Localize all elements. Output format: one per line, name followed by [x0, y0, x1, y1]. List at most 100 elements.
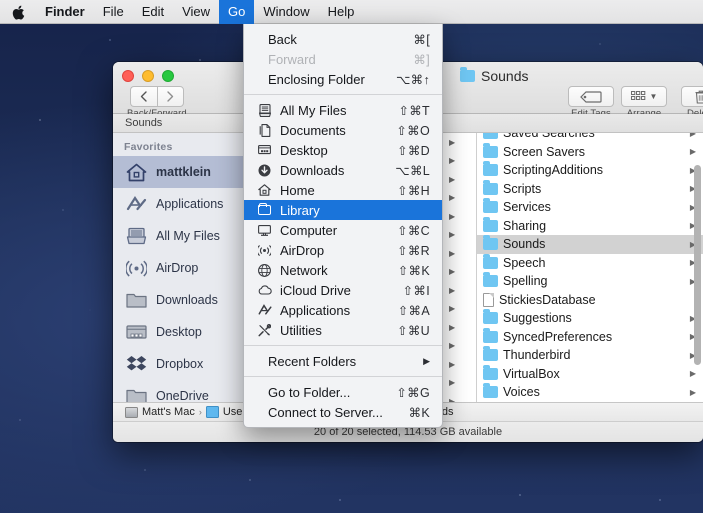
- go-menu-item-go-to-folder[interactable]: Go to Folder... ⇧⌘G: [244, 382, 442, 402]
- disclosure-arrow-icon[interactable]: ▶: [449, 286, 455, 295]
- go-menu-item-utilities[interactable]: Utilities ⇧⌘U: [244, 320, 442, 340]
- list-item[interactable]: SyncedPreferences ▶: [477, 327, 703, 347]
- sidebar-item-onedrive[interactable]: OneDrive: [113, 380, 248, 402]
- list-item[interactable]: Sounds ▶: [477, 235, 703, 254]
- disclosure-arrow-icon[interactable]: ▶: [449, 138, 455, 147]
- window-controls: [122, 70, 174, 82]
- menu-item-shortcut: ⇧⌘C: [397, 223, 430, 238]
- disclosure-arrow-icon[interactable]: ▶: [690, 133, 696, 138]
- disclosure-arrow-icon[interactable]: ▶: [690, 388, 696, 397]
- list-item[interactable]: Suggestions ▶: [477, 309, 703, 328]
- home-icon: [256, 184, 273, 196]
- list-item[interactable]: Services ▶: [477, 198, 703, 217]
- breadcrumb-item-matts-mac[interactable]: Matt's Mac: [125, 406, 195, 418]
- dropbox-icon: [124, 353, 148, 375]
- list-item[interactable]: Thunderbird ▶: [477, 346, 703, 365]
- chevron-down-icon: ▼: [649, 92, 658, 101]
- list-item[interactable]: ScriptingAdditions ▶: [477, 161, 703, 180]
- back-button[interactable]: [129, 86, 157, 107]
- list-item[interactable]: Sharing ▶: [477, 216, 703, 236]
- list-item-label: Suggestions: [503, 311, 572, 326]
- edit-tags-button[interactable]: [568, 86, 614, 107]
- menu-view[interactable]: View: [173, 0, 219, 24]
- go-menu-item-home[interactable]: Home ⇧⌘H: [244, 180, 442, 200]
- list-item[interactable]: Voices ▶: [477, 383, 703, 402]
- list-item-label: Sharing: [503, 218, 547, 233]
- go-menu-item-computer[interactable]: Computer ⇧⌘C: [244, 220, 442, 240]
- menu-go[interactable]: Go: [219, 0, 255, 24]
- list-item[interactable]: Speech ▶: [477, 253, 703, 273]
- disclosure-arrow-icon[interactable]: ▶: [449, 341, 455, 350]
- folder-icon: [483, 216, 498, 232]
- delete-button[interactable]: [681, 86, 703, 107]
- column-pane-library[interactable]: Saved Searches ▶ Screen Savers ▶ ScriptingAd…: [477, 133, 703, 402]
- desktop-icon: [256, 144, 273, 156]
- menu-item-shortcut: ⇧⌘O: [396, 123, 430, 138]
- sidebar-item-mattklein[interactable]: mattklein: [113, 156, 248, 188]
- disclosure-arrow-icon[interactable]: ▶: [449, 212, 455, 221]
- go-menu-item-enclosing-folder[interactable]: Enclosing Folder ⌥⌘↑: [244, 69, 442, 89]
- list-item[interactable]: Scripts ▶: [477, 179, 703, 199]
- sidebar-item-downloads[interactable]: Downloads: [113, 284, 248, 316]
- folder-icon: [483, 133, 498, 140]
- zoom-button[interactable]: [162, 70, 174, 82]
- disclosure-arrow-icon[interactable]: ▶: [449, 230, 455, 239]
- menu-item-label: Go to Folder...: [268, 384, 351, 400]
- go-menu-item-connect-to-server[interactable]: Connect to Server... ⌘K: [244, 402, 442, 422]
- disclosure-arrow-icon[interactable]: ▶: [449, 304, 455, 313]
- minimize-button[interactable]: [142, 70, 154, 82]
- menu-separator: [244, 376, 442, 377]
- list-item[interactable]: Saved Searches ▶: [477, 133, 703, 143]
- window-title: Sounds: [481, 68, 529, 84]
- disclosure-arrow-icon[interactable]: ▶: [690, 147, 696, 156]
- menu-help[interactable]: Help: [319, 0, 364, 24]
- forward-button[interactable]: [156, 86, 184, 107]
- disclosure-arrow-icon[interactable]: ▶: [449, 175, 455, 184]
- disclosure-arrow-icon[interactable]: ▶: [449, 360, 455, 369]
- go-menu-item-recent-folders[interactable]: Recent Folders ▶: [244, 351, 442, 371]
- go-menu-item-library[interactable]: Library: [244, 200, 442, 220]
- menu-edit[interactable]: Edit: [133, 0, 173, 24]
- disclosure-arrow-icon[interactable]: ▶: [449, 267, 455, 276]
- sidebar-item-label: Applications: [156, 197, 224, 211]
- sidebar-item-applications[interactable]: Applications: [113, 188, 248, 220]
- list-item[interactable]: VirtualBox ▶: [477, 364, 703, 384]
- close-button[interactable]: [122, 70, 134, 82]
- all-my-files-icon: [124, 225, 148, 247]
- sidebar-item-label: mattklein: [156, 165, 211, 179]
- go-menu-item-desktop[interactable]: Desktop ⇧⌘D: [244, 140, 442, 160]
- menu-file[interactable]: File: [94, 0, 133, 24]
- disclosure-arrow-icon[interactable]: ▶: [449, 156, 455, 165]
- disclosure-arrow-icon[interactable]: ▶: [449, 323, 455, 332]
- disclosure-arrow-icon[interactable]: ▶: [449, 249, 455, 258]
- go-menu-item-network[interactable]: Network ⇧⌘K: [244, 260, 442, 280]
- list-item[interactable]: Spelling ▶: [477, 272, 703, 291]
- sidebar-item-airdrop[interactable]: AirDrop: [113, 252, 248, 284]
- go-menu-item-documents[interactable]: Documents ⇧⌘O: [244, 120, 442, 140]
- go-menu-item-all-my-files[interactable]: All My Files ⇧⌘T: [244, 100, 442, 120]
- airdrop-icon: [124, 257, 148, 279]
- document-icon: [483, 292, 494, 307]
- list-item[interactable]: StickiesDatabase: [477, 291, 703, 310]
- disclosure-arrow-icon[interactable]: ▶: [690, 369, 696, 378]
- sidebar-item-all-my-files[interactable]: All My Files: [113, 220, 248, 252]
- folder-icon: [483, 364, 498, 380]
- folder-icon: [258, 202, 271, 215]
- airdrop-icon: [256, 244, 273, 257]
- disclosure-arrow-icon[interactable]: ▶: [449, 378, 455, 387]
- go-menu-item-icloud-drive[interactable]: iCloud Drive ⇧⌘I: [244, 280, 442, 300]
- apple-logo-icon[interactable]: [0, 0, 36, 24]
- disclosure-arrow-icon[interactable]: ▶: [449, 193, 455, 202]
- menu-finder[interactable]: Finder: [36, 0, 94, 24]
- column-library-scrollbar[interactable]: [694, 165, 701, 365]
- go-menu-item-downloads[interactable]: Downloads ⌥⌘L: [244, 160, 442, 180]
- go-menu-item-applications[interactable]: Applications ⇧⌘A: [244, 300, 442, 320]
- sidebar-item-desktop[interactable]: Desktop: [113, 316, 248, 348]
- sidebar-item-dropbox[interactable]: Dropbox: [113, 348, 248, 380]
- go-menu-item-back[interactable]: Back ⌘[: [244, 29, 442, 49]
- menu-window[interactable]: Window: [254, 0, 318, 24]
- arrange-button[interactable]: ▼: [621, 86, 667, 107]
- go-menu-item-airdrop[interactable]: AirDrop ⇧⌘R: [244, 240, 442, 260]
- list-item[interactable]: Screen Savers ▶: [477, 142, 703, 162]
- folder-icon: [483, 179, 498, 195]
